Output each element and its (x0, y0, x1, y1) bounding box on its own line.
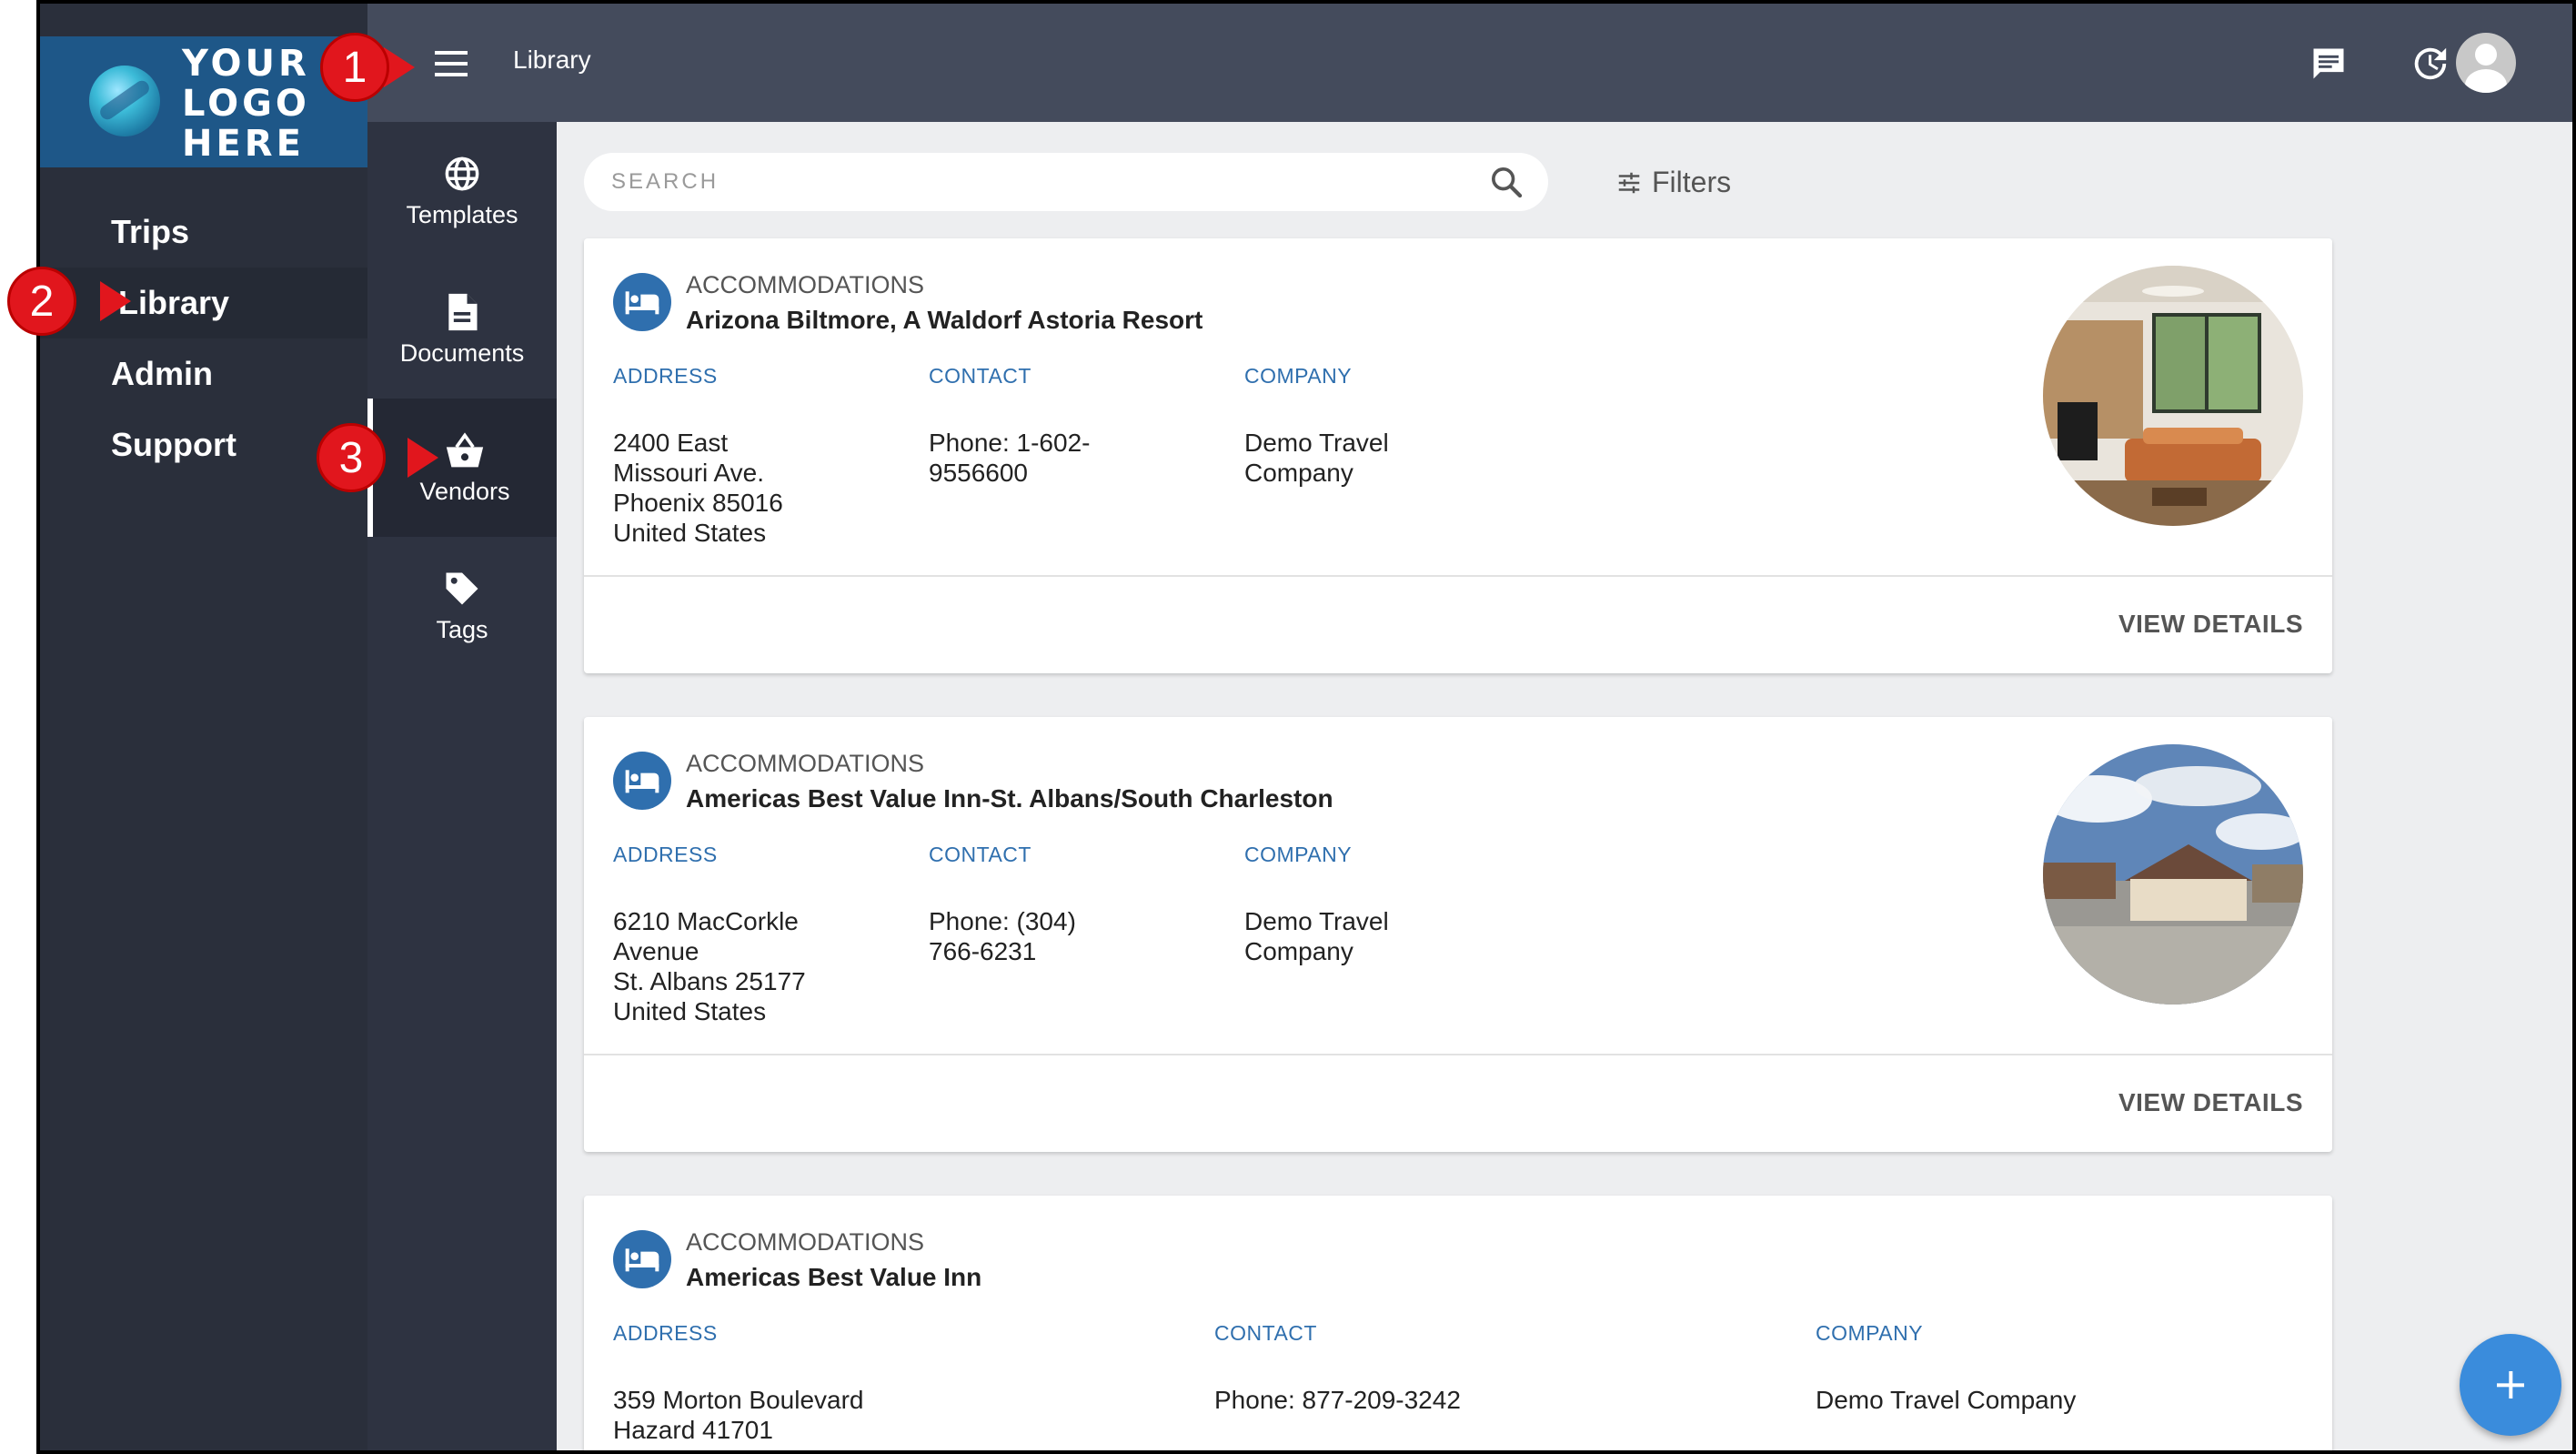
globe-icon (442, 154, 482, 194)
vendor-photo (2043, 744, 2303, 1005)
address-label: ADDRESS (613, 1321, 718, 1345)
logo-mark-icon (89, 66, 160, 136)
logo: YOUR LOGO HERE (40, 36, 367, 167)
app-window: Library YOUR LOGO HERE Trips Library Adm… (36, 0, 2576, 1454)
view-details-button[interactable]: VIEW DETAILS (2118, 1088, 2303, 1117)
vendor-photo (2043, 266, 2303, 526)
address-value: 359 Morton Boulevard Hazard 41701 United… (613, 1386, 864, 1450)
contact-label: CONTACT (929, 843, 1031, 866)
vendor-category: ACCOMMODATIONS (686, 271, 924, 298)
callout-pointer (408, 438, 438, 478)
company-value: Demo Travel Company (1816, 1386, 2077, 1414)
search-icon[interactable] (1488, 164, 1524, 200)
vendor-name: Americas Best Value Inn-St. Albans/South… (686, 784, 1333, 813)
vendor-name: Americas Best Value Inn (686, 1263, 982, 1291)
card-divider (584, 1054, 2332, 1055)
address-value: 2400 East Missouri Ave. Phoenix 85016 Un… (613, 429, 783, 547)
plus-icon (2497, 1371, 2524, 1398)
address-value: 6210 MacCorkle Avenue St. Albans 25177 U… (613, 907, 806, 1025)
tag-icon (442, 569, 482, 609)
company-value: Demo Travel Company (1244, 907, 1389, 965)
company-label: COMPANY (1244, 843, 1353, 866)
contact-label: CONTACT (929, 364, 1031, 388)
hamburger-menu-icon[interactable] (426, 40, 477, 87)
history-icon[interactable] (2401, 36, 2456, 91)
search-input[interactable] (611, 166, 1430, 198)
basket-icon (445, 430, 485, 470)
tune-icon (1618, 172, 1640, 193)
company-label: COMPANY (1244, 364, 1353, 388)
vendor-card[interactable]: ACCOMMODATIONS Americas Best Value Inn-S… (584, 717, 2332, 1152)
callout-3: 3 (317, 423, 386, 492)
filters-button[interactable]: Filters (1615, 166, 1731, 199)
document-icon (442, 292, 482, 332)
subnav-item-vendors[interactable]: Vendors (367, 399, 557, 537)
top-bar: Library (40, 4, 2572, 122)
subnav-item-documents[interactable]: Documents (367, 260, 557, 399)
callout-1: 1 (320, 33, 389, 102)
company-label: COMPANY (1816, 1321, 1924, 1345)
vendor-card[interactable]: ACCOMMODATIONS Americas Best Value Inn A… (584, 1196, 2332, 1450)
sidebar-item-admin[interactable]: Admin (40, 338, 367, 409)
company-value: Demo Travel Company (1244, 429, 1389, 487)
contact-label: CONTACT (1214, 1321, 1317, 1345)
vendor-category: ACCOMMODATIONS (686, 750, 924, 777)
add-vendor-button[interactable] (2460, 1334, 2561, 1436)
view-details-button[interactable]: VIEW DETAILS (2118, 610, 2303, 639)
hotel-bed-icon (613, 273, 671, 331)
vendor-list: Filters ACCOMMODATIONS Arizona Biltmore,… (557, 122, 2540, 1450)
chat-icon[interactable] (2301, 36, 2356, 91)
hotel-bed-icon (613, 1230, 671, 1288)
subnav-item-tags[interactable]: Tags (367, 537, 557, 675)
page-title: Library (513, 45, 591, 74)
vendor-name: Arizona Biltmore, A Waldorf Astoria Reso… (686, 306, 1203, 334)
vendor-category: ACCOMMODATIONS (686, 1228, 924, 1256)
logo-text: YOUR LOGO HERE (182, 43, 310, 165)
contact-value: Phone: (304) 766-6231 (929, 907, 1076, 965)
contact-value: Phone: 1-602- 9556600 (929, 429, 1091, 487)
subnav-item-templates[interactable]: Templates (367, 122, 557, 260)
user-avatar[interactable] (2456, 33, 2516, 93)
contact-value: Phone: 877-209-3242 (1214, 1386, 1461, 1414)
main-sidebar: YOUR LOGO HERE Trips Library Admin Suppo… (40, 4, 367, 1450)
address-label: ADDRESS (613, 364, 718, 388)
search-bar (584, 153, 1548, 211)
address-label: ADDRESS (613, 843, 718, 866)
callout-2: 2 (7, 267, 76, 336)
vendor-card[interactable]: ACCOMMODATIONS Arizona Biltmore, A Waldo… (584, 238, 2332, 673)
hotel-bed-icon (613, 752, 671, 810)
sidebar-item-library[interactable]: Library (40, 268, 367, 338)
callout-pointer (100, 281, 131, 321)
library-subnav: Templates Documents Vendors Tags (367, 122, 557, 1450)
sidebar-item-trips[interactable]: Trips (40, 197, 367, 268)
card-divider (584, 575, 2332, 577)
